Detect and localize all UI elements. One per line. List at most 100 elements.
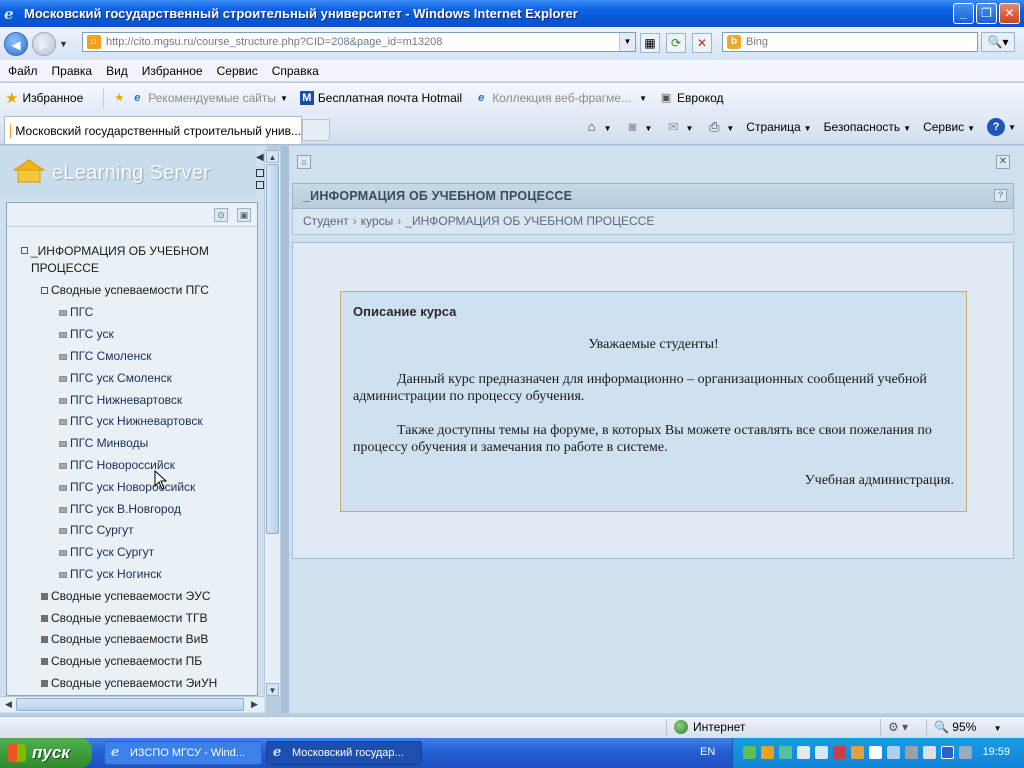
tree-toggle-icon[interactable]	[41, 680, 48, 687]
menu-file[interactable]: Файл	[8, 64, 38, 78]
tree-item[interactable]: ПГС Смоленск	[59, 349, 151, 363]
scroll-up-icon[interactable]: ▲	[266, 150, 279, 163]
tree-item[interactable]: ПГС уск Смоленск	[59, 371, 172, 385]
favorites-button[interactable]: ★ Избранное	[5, 89, 83, 107]
scroll-right-icon[interactable]: ▶	[248, 698, 261, 711]
minimize-button[interactable]: _	[953, 3, 974, 24]
tree-item[interactable]: ПГС уск Сургут	[59, 545, 154, 559]
tray-icon[interactable]	[743, 746, 756, 759]
tree-item[interactable]: ПГС уск Нижневартовск	[59, 414, 203, 428]
menu-view[interactable]: Вид	[106, 64, 128, 78]
security-zone[interactable]: Интернет	[674, 720, 745, 734]
address-dropdown-icon[interactable]: ▼	[619, 33, 635, 51]
close-button[interactable]: ✕	[999, 3, 1020, 24]
scroll-left-icon[interactable]: ◀	[2, 698, 15, 711]
tree-toggle-icon[interactable]	[41, 636, 48, 643]
tray-icon[interactable]	[851, 746, 864, 759]
taskbar-item-active[interactable]: e Московский государ...	[266, 741, 422, 765]
search-button[interactable]: 🔍▾	[981, 32, 1015, 52]
menu-help[interactable]: Справка	[272, 64, 319, 78]
forward-button[interactable]: ▶	[32, 31, 56, 56]
menu-edit[interactable]: Правка	[52, 64, 93, 78]
tree-group-eiun[interactable]: Сводные успеваемости ЭиУН	[41, 676, 217, 690]
tree-search-icon[interactable]: ⊙	[214, 208, 228, 222]
panel-dock-icon[interactable]	[256, 169, 264, 177]
tree-item[interactable]: ПГС уск Ногинск	[59, 567, 161, 581]
tree-toggle-icon[interactable]	[41, 615, 48, 622]
panel-splitter[interactable]	[281, 146, 289, 713]
mail-button[interactable]: ✉ ▼	[664, 118, 693, 136]
panel-dock-icon[interactable]	[256, 181, 264, 189]
tree-item[interactable]: ПГС уск	[59, 327, 114, 341]
tree-item[interactable]: ПГС Нижневартовск	[59, 393, 182, 407]
tray-icon[interactable]	[959, 746, 972, 759]
feeds-button[interactable]: ◙ ▼	[624, 118, 653, 136]
zoom-control[interactable]: 🔍 95% ▼	[934, 720, 1002, 734]
fav-item-hotmail[interactable]: M Бесплатная почта Hotmail	[299, 91, 462, 105]
breadcrumb-courses[interactable]: курсы	[361, 214, 394, 228]
taskbar-item[interactable]: e ИЗСПО МГСУ - Wind...	[104, 741, 262, 765]
new-tab-button[interactable]	[302, 119, 330, 141]
tree-group-tgv[interactable]: Сводные успеваемости ТГВ	[41, 611, 208, 625]
safety-menu[interactable]: Безопасность ▼	[824, 120, 911, 134]
tree-toggle-icon[interactable]	[41, 287, 48, 294]
tray-icon[interactable]	[887, 746, 900, 759]
tree-group-pb[interactable]: Сводные успеваемости ПБ	[41, 654, 202, 668]
home-button[interactable]: ⌂ ▼	[583, 118, 612, 136]
language-indicator[interactable]: EN	[700, 746, 715, 758]
content-home-icon[interactable]: ⌂	[297, 155, 311, 169]
search-field[interactable]: b Bing	[722, 32, 978, 52]
maximize-button[interactable]: ❐	[976, 3, 997, 24]
fav-item-suggested[interactable]: ★ e Рекомендуемые сайты ▼	[112, 91, 288, 105]
print-button[interactable]: ⎙ ▼	[705, 118, 734, 136]
fav-item-eurocode[interactable]: ▣ Еврокод	[659, 91, 724, 105]
tray-icon[interactable]	[941, 746, 954, 759]
content-close-icon[interactable]: ✕	[996, 155, 1010, 169]
clock[interactable]: 19:59	[982, 746, 1010, 758]
refresh-icon[interactable]: ⟳	[666, 33, 686, 53]
left-panel-vertical-scrollbar[interactable]: ▲ ▼	[264, 150, 280, 696]
tab-current[interactable]: Московский государственный строительный …	[4, 116, 302, 144]
tree-item[interactable]: ПГС	[59, 305, 93, 319]
fav-item-webslices[interactable]: e Коллекция веб-фрагме... ▼	[474, 91, 647, 105]
speaker-icon[interactable]	[869, 746, 882, 759]
tree-root-item[interactable]: _ИНФОРМАЦИЯ ОБ УЧЕБНОМ ПРОЦЕССЕ	[21, 243, 209, 277]
protected-mode-icon[interactable]: ⚙ ▾	[888, 720, 908, 734]
help-button[interactable]: ? ▼	[987, 118, 1016, 136]
menu-tools[interactable]: Сервис	[217, 64, 258, 78]
tree-toggle-icon[interactable]	[21, 247, 28, 254]
tray-icon[interactable]	[797, 746, 810, 759]
tray-icon[interactable]	[923, 746, 936, 759]
tray-icon[interactable]	[833, 746, 846, 759]
scroll-down-icon[interactable]: ▼	[266, 683, 279, 696]
breadcrumb-student[interactable]: Студент	[303, 214, 349, 228]
tree-group-viv[interactable]: Сводные успеваемости ВиВ	[41, 632, 208, 646]
menu-favorites[interactable]: Избранное	[142, 64, 203, 78]
tree-item[interactable]: ПГС уск В.Новгород	[59, 502, 181, 516]
left-panel-horizontal-scrollbar[interactable]: ◀ ▶	[0, 696, 264, 712]
tree-toggle-icon[interactable]	[41, 658, 48, 665]
tray-icon[interactable]	[761, 746, 774, 759]
tools-menu[interactable]: Сервис ▼	[923, 120, 975, 134]
window-title-bar[interactable]: e Московский государственный строительны…	[0, 0, 1024, 27]
tree-item[interactable]: ПГС уск Новороссийск	[59, 480, 195, 494]
start-button[interactable]: пуск	[0, 738, 92, 768]
tree-save-icon[interactable]: ▣	[237, 208, 251, 222]
tree-item[interactable]: ПГС Сургут	[59, 523, 134, 537]
tree-item[interactable]: ПГС Минводы	[59, 436, 148, 450]
tray-icon[interactable]	[905, 746, 918, 759]
scrollbar-thumb[interactable]	[266, 164, 279, 534]
page-menu[interactable]: Страница ▼	[746, 120, 811, 134]
help-icon[interactable]: ?	[994, 189, 1007, 202]
scrollbar-thumb[interactable]	[16, 698, 244, 711]
back-button[interactable]: ◀	[4, 31, 28, 56]
compatibility-view-icon[interactable]: ▦	[640, 33, 660, 53]
address-field[interactable]: ⌂ http://cito.mgsu.ru/course_structure.p…	[82, 32, 636, 52]
stop-icon[interactable]: ✕	[692, 33, 712, 53]
tree-toggle-icon[interactable]	[41, 593, 48, 600]
tree-group-pgs[interactable]: Сводные успеваемости ПГС	[41, 283, 209, 297]
tray-icon[interactable]	[815, 746, 828, 759]
history-dropdown-icon[interactable]: ▼	[59, 39, 68, 49]
tree-group-eus[interactable]: Сводные успеваемости ЭУС	[41, 589, 211, 603]
tray-icon[interactable]	[779, 746, 792, 759]
